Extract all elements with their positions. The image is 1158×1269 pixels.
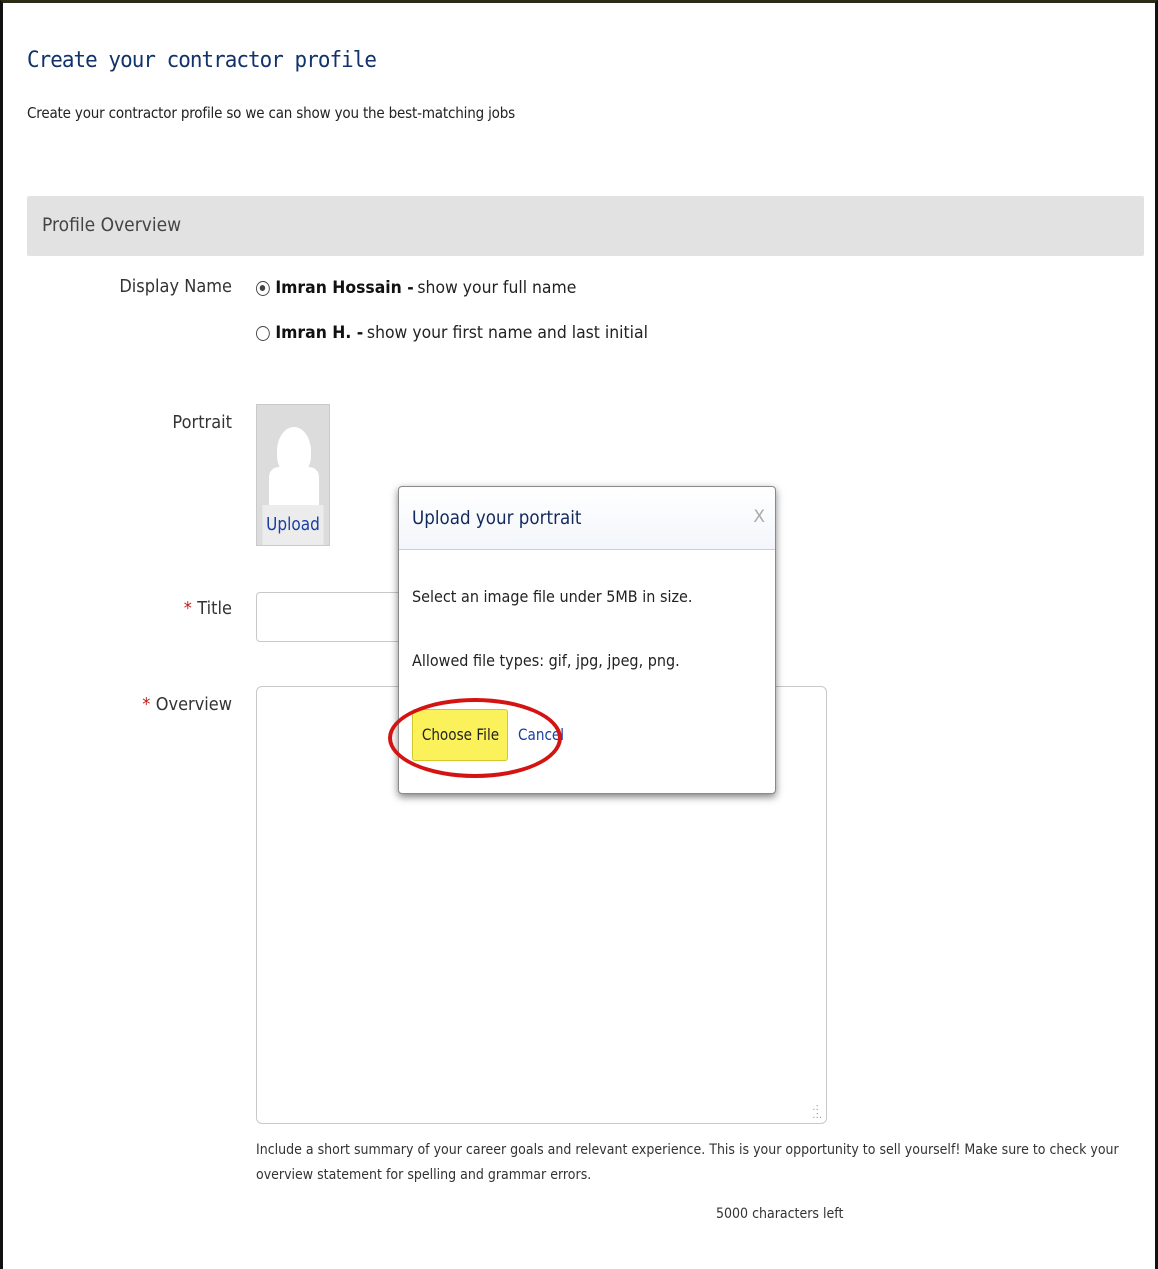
required-marker: * — [183, 598, 192, 619]
title-label: * Title — [88, 598, 232, 619]
radio-full-name[interactable] — [256, 280, 270, 296]
display-name-option-short[interactable]: Imran H. - show your first name and last… — [256, 323, 648, 343]
dialog-size-note: Select an image file under 5MB in size. — [412, 587, 693, 606]
short-name-text: Imran H. - — [275, 323, 364, 343]
upload-portrait-dialog: Upload your portrait X Select an image f… — [398, 486, 776, 794]
cancel-link[interactable]: Cancel — [518, 725, 564, 744]
close-icon[interactable]: X — [753, 507, 765, 527]
display-name-option-full[interactable]: Imran Hossain - show your full name — [256, 278, 576, 298]
dialog-title: Upload your portrait — [412, 507, 582, 529]
title-label-text: Title — [197, 598, 232, 619]
choose-file-button[interactable]: Choose File — [412, 709, 508, 761]
full-name-desc: show your full name — [417, 278, 577, 298]
character-counter: 5000 characters left — [716, 1206, 844, 1222]
avatar-body-icon — [269, 467, 319, 507]
overview-label-text: Overview — [155, 694, 232, 715]
display-name-label: Display Name — [119, 276, 232, 297]
short-name-desc: show your first name and last initial — [366, 323, 648, 343]
portrait-label: Portrait — [172, 412, 232, 433]
full-name-text: Imran Hossain - — [275, 278, 414, 298]
dialog-header: Upload your portrait X — [399, 487, 775, 550]
radio-short-name[interactable] — [256, 325, 270, 341]
required-marker: * — [142, 694, 151, 715]
page-title: Create your contractor profile — [27, 48, 377, 73]
portrait-upload-link[interactable]: Upload — [262, 505, 324, 545]
section-title: Profile Overview — [42, 214, 182, 236]
resize-grip-icon[interactable]: .:.:. — [812, 1103, 822, 1121]
choose-file-label: Choose File — [421, 725, 499, 744]
overview-label: * Overview — [88, 694, 232, 715]
section-header: Profile Overview — [27, 196, 1144, 256]
dialog-filetypes-note: Allowed file types: gif, jpg, jpeg, png. — [412, 651, 680, 670]
portrait-placeholder[interactable]: Upload — [256, 404, 330, 546]
overview-helper-text: Include a short summary of your career g… — [256, 1142, 1119, 1183]
page-subtitle: Create your contractor profile so we can… — [27, 104, 515, 122]
